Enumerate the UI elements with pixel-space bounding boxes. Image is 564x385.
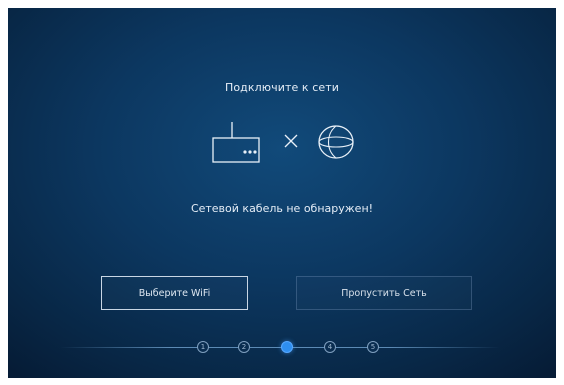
- network-setup-screen: Подключите к сети Сетевой кабель не обна…: [8, 8, 556, 378]
- stepper-track: [60, 347, 500, 348]
- page-title: Подключите к сети: [224, 81, 340, 94]
- step-3-active: 3: [281, 341, 293, 353]
- step-4: 4: [324, 341, 336, 353]
- skip-network-button[interactable]: Пропустить Сеть: [296, 276, 472, 310]
- status-message: Сетевой кабель не обнаружен!: [190, 202, 374, 215]
- step-2: 2: [238, 341, 250, 353]
- step-1: 1: [197, 341, 209, 353]
- choose-wifi-button[interactable]: Выберите WiFi: [101, 276, 248, 310]
- x-icon: [284, 134, 298, 148]
- setup-progress-stepper: 1 2 3 4 5: [8, 338, 556, 358]
- router-icon: [212, 122, 260, 163]
- step-5: 5: [367, 341, 379, 353]
- globe-icon: [318, 125, 354, 159]
